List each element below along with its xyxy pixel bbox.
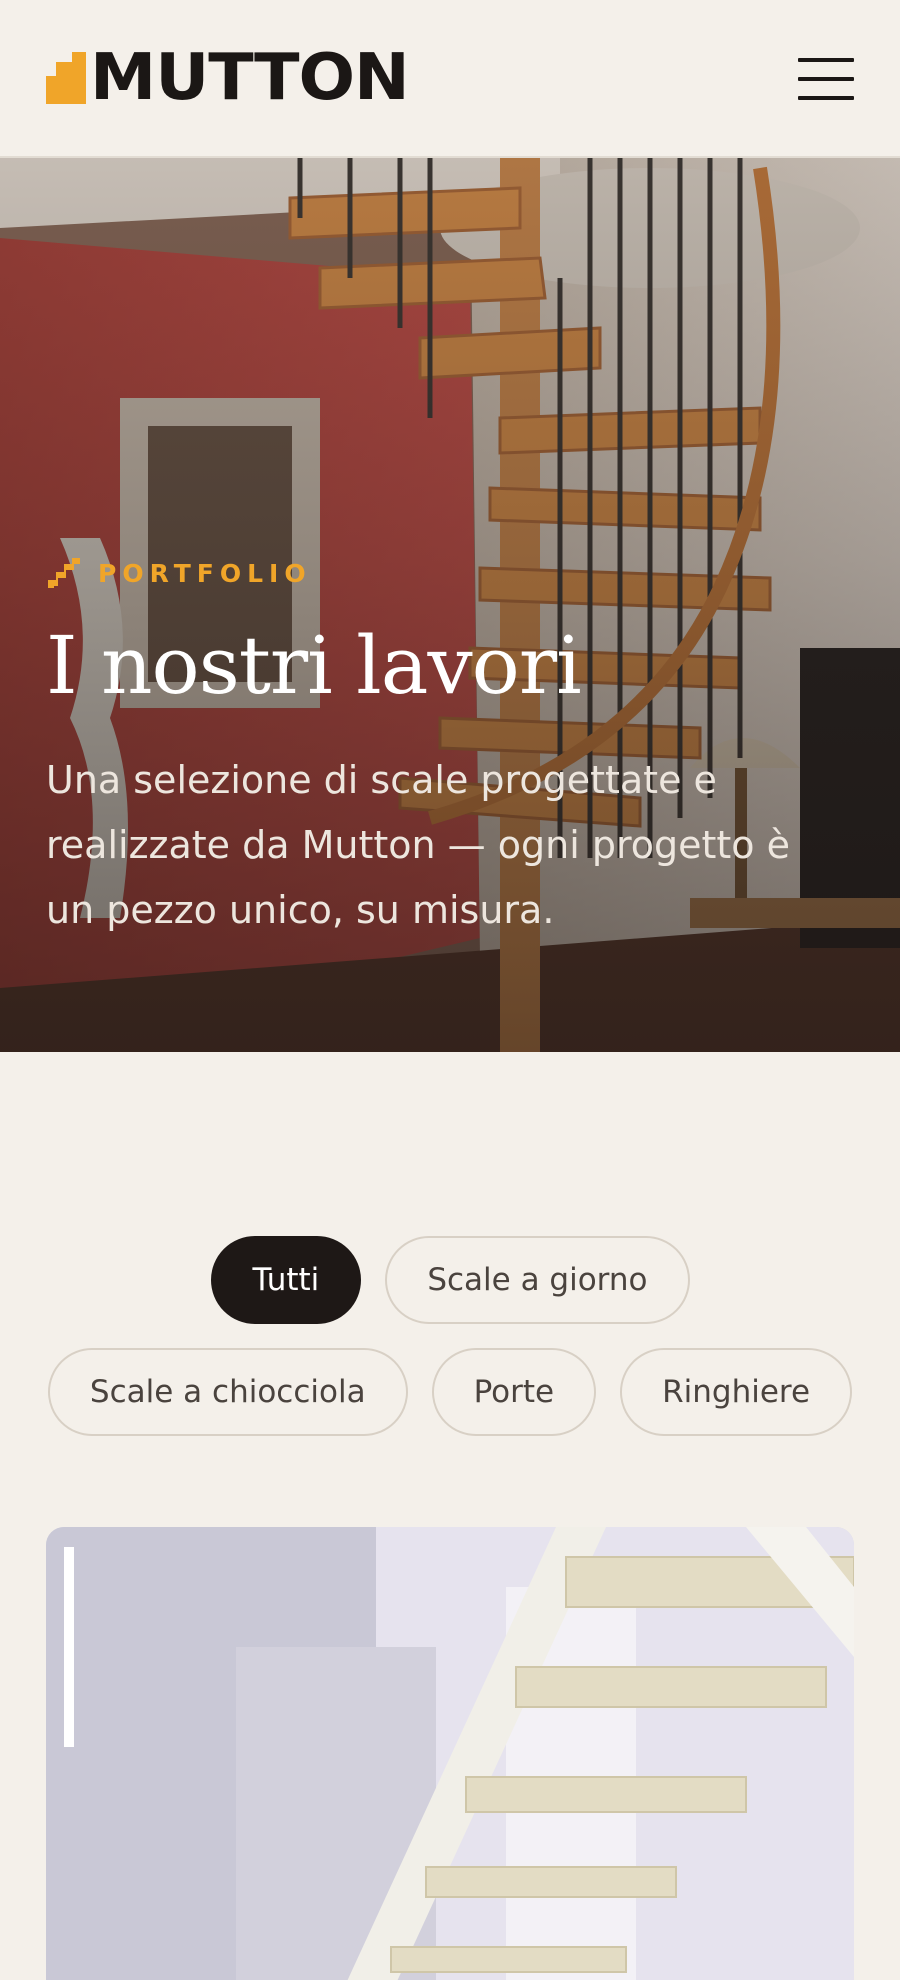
site-header: MUTTON xyxy=(0,0,900,158)
filter-row-1: Tutti Scale a giorno xyxy=(0,1236,900,1324)
logo-text: MUTTON xyxy=(90,41,410,115)
page-title: I nostri lavori xyxy=(46,619,582,712)
hero-section: PORTFOLIO I nostri lavori Una selezione … xyxy=(0,158,900,1052)
filter-chip-scale-a-giorno[interactable]: Scale a giorno xyxy=(385,1236,690,1324)
filter-row-2: Scale a chiocciola Porte Ringhiere xyxy=(0,1348,900,1436)
filter-chip-ringhiere[interactable]: Ringhiere xyxy=(620,1348,853,1436)
filter-chip-tutti[interactable]: Tutti xyxy=(210,1236,362,1324)
hero-eyebrow-label: PORTFOLIO xyxy=(98,558,312,588)
stair-icon xyxy=(48,558,80,588)
filter-chip-porte[interactable]: Porte xyxy=(431,1348,597,1436)
project-staircase-image xyxy=(46,1527,854,1980)
mutton-logo[interactable]: MUTTON xyxy=(46,46,410,110)
hamburger-menu-icon[interactable] xyxy=(798,58,854,100)
filter-chip-scale-a-chiocciola[interactable]: Scale a chiocciola xyxy=(47,1348,408,1436)
portfolio-filters: Tutti Scale a giorno Scale a chiocciola … xyxy=(0,1236,900,1460)
hero-subtitle: Una selezione di scale progettate e real… xyxy=(46,758,791,932)
hero-eyebrow: PORTFOLIO xyxy=(48,558,312,588)
project-card[interactable] xyxy=(46,1527,854,1980)
